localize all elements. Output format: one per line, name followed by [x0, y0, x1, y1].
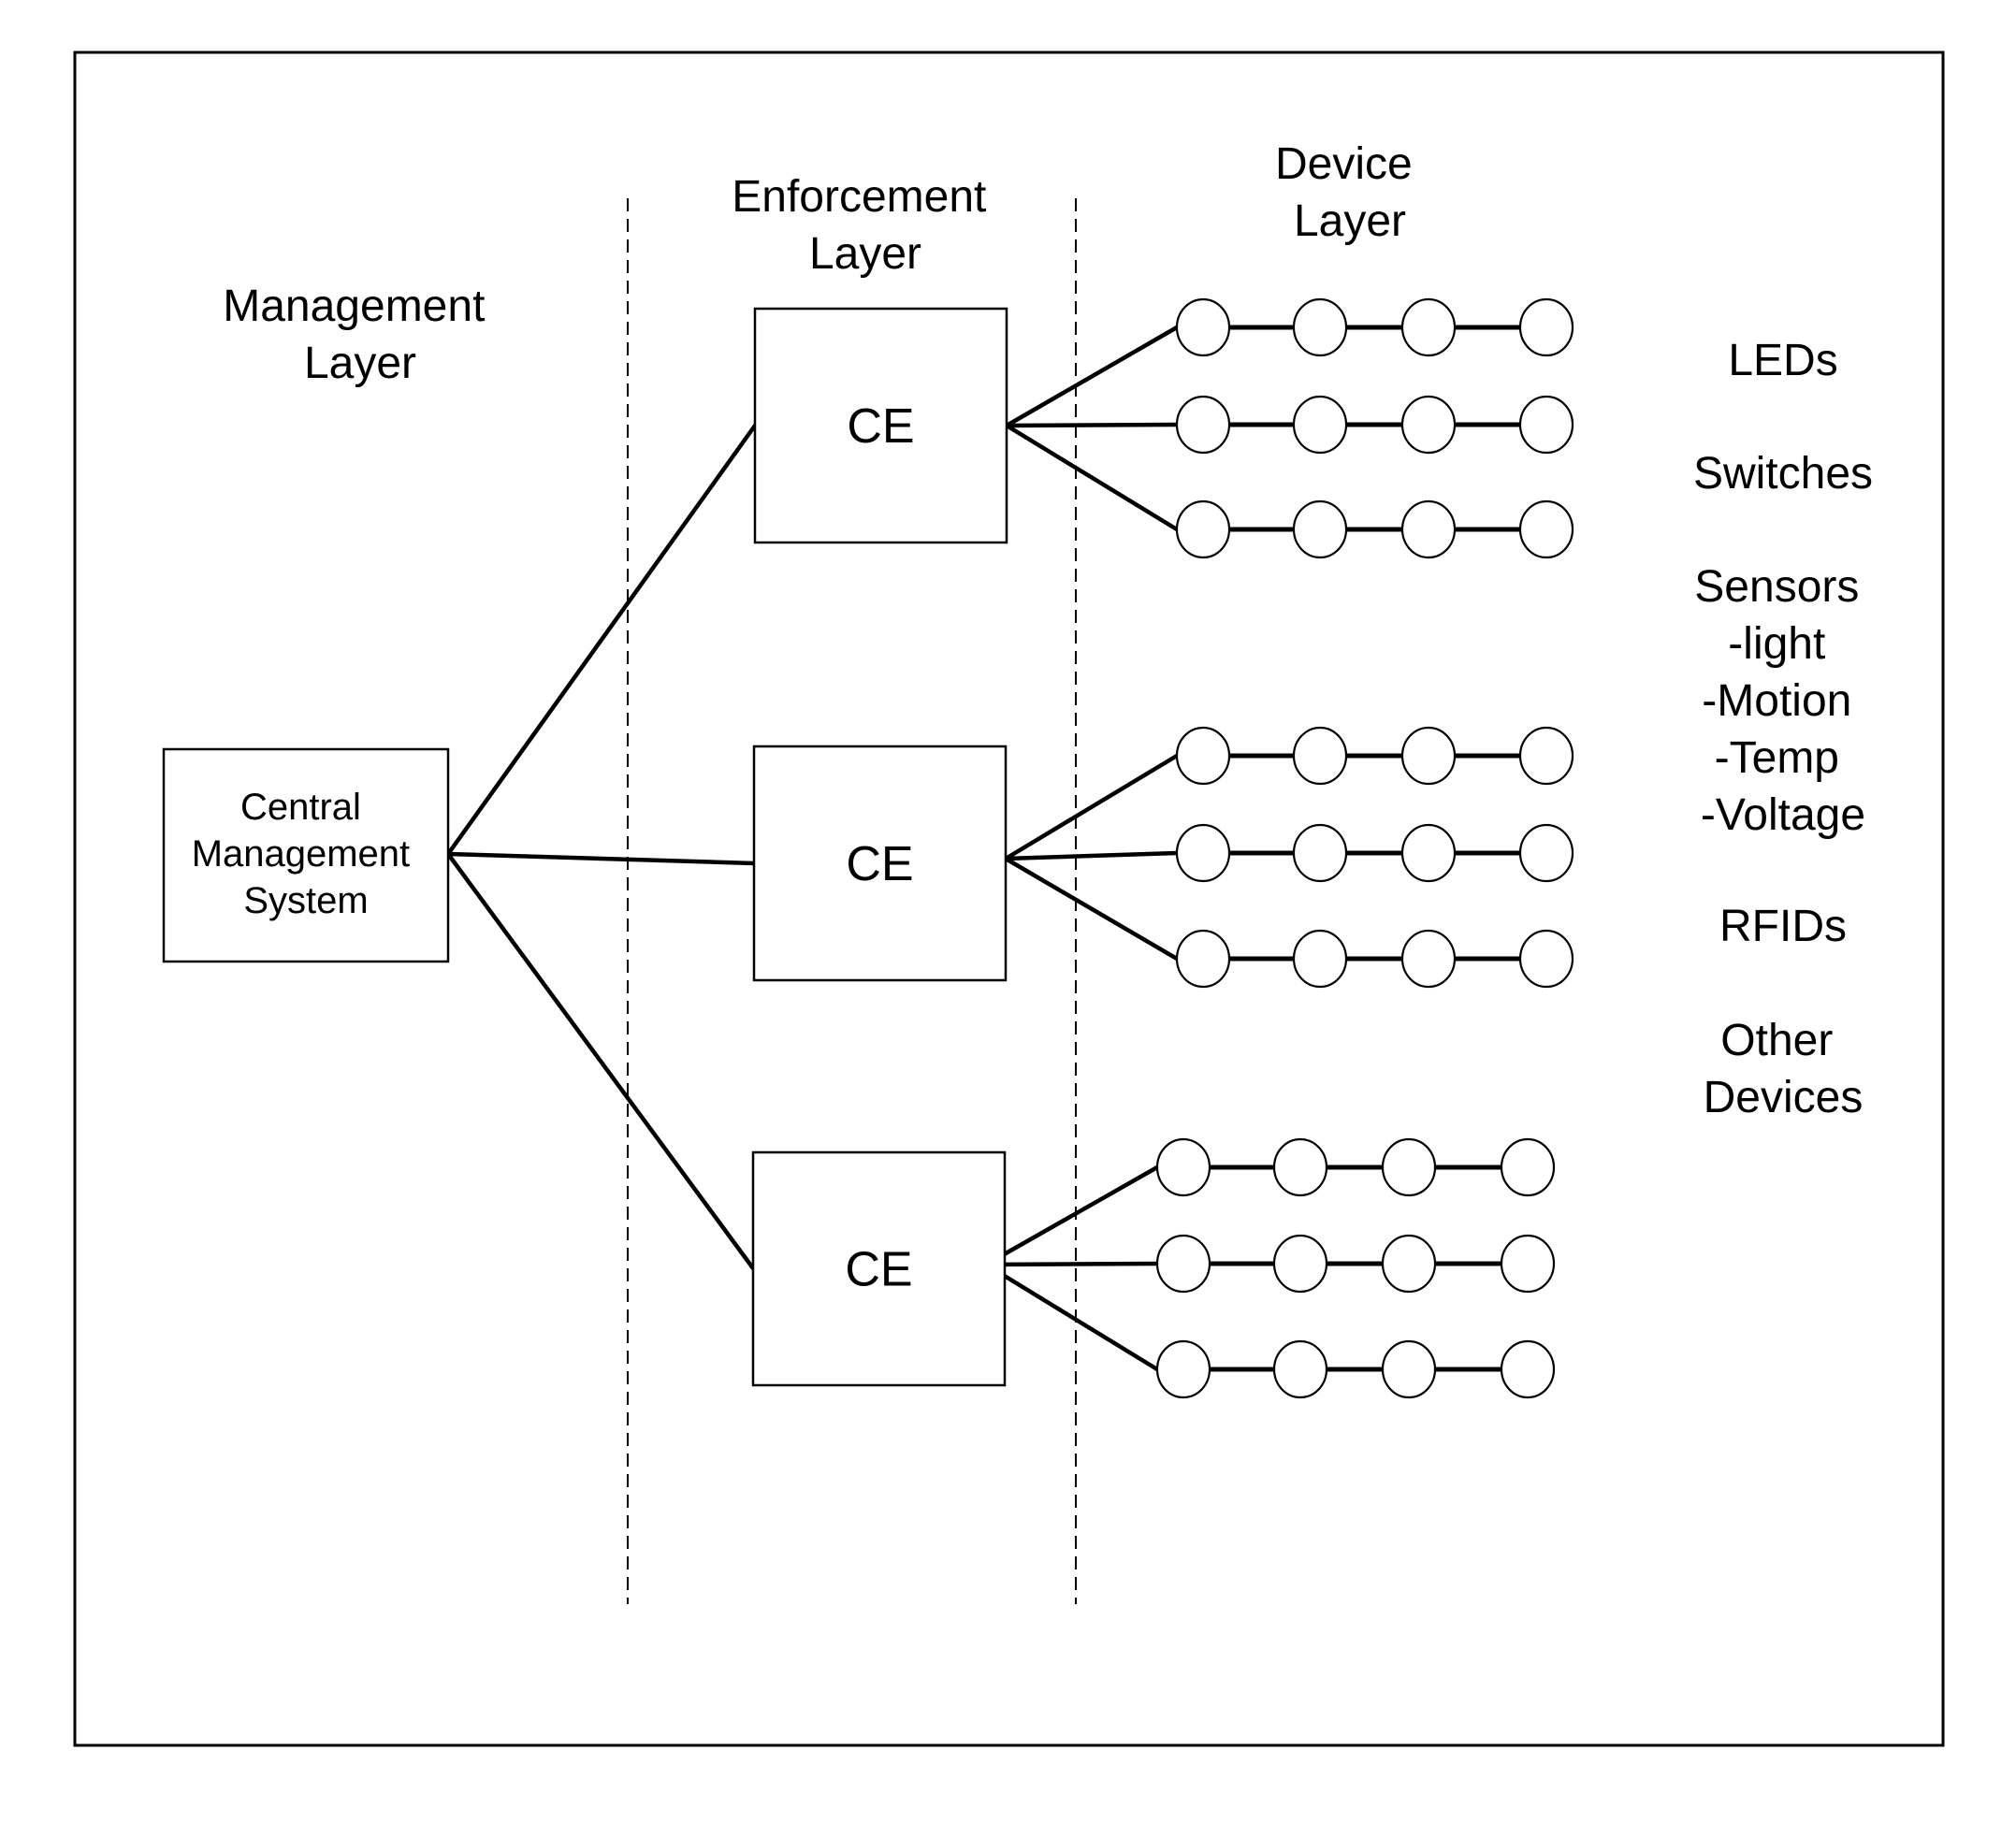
layered-architecture-diagram: Management Layer Enforcement Layer Devic… [73, 51, 1945, 1747]
control-element-label-2: CE [846, 837, 913, 891]
device-node [1175, 297, 1231, 357]
device-node [1381, 1234, 1437, 1294]
device-node [1292, 823, 1348, 883]
management-layer-label-line2: Layer [304, 339, 416, 388]
sensors-heading: Sensors [1694, 562, 1859, 612]
device-node [1155, 1234, 1211, 1294]
device-node [1175, 726, 1231, 786]
other-devices-line2: Devices [1704, 1073, 1864, 1122]
device-node [1292, 297, 1348, 357]
device-node [1272, 1339, 1328, 1399]
device-node [1518, 297, 1574, 357]
ce-2-to-chain-3-link [1003, 856, 1180, 962]
cms-label-line1: Central [240, 787, 361, 828]
sensor-motion: -Motion [1702, 676, 1851, 726]
cms-to-ce-1-link [445, 423, 758, 857]
cms-label-line2: Management [192, 833, 410, 875]
ce-3-to-chain-2-link [983, 1261, 1160, 1267]
device-type-sensors: Sensors -light -Motion -Temp -Voltage [1694, 562, 1871, 840]
device-node [1518, 499, 1574, 559]
enforcement-groups: CE CE CE [751, 297, 1574, 1399]
cms-to-ce-2-link [445, 851, 757, 866]
device-layer-label: Device Layer [1275, 139, 1425, 246]
ce-2-to-chain-1-link [1003, 753, 1180, 861]
other-devices-line1: Other [1720, 1016, 1833, 1065]
sensor-light: -light [1728, 619, 1825, 669]
device-node [1155, 1137, 1211, 1197]
device-node [1175, 499, 1231, 559]
ce-1-to-chain-2-link [1004, 422, 1180, 428]
device-node [1518, 823, 1574, 883]
device-node [1400, 499, 1457, 559]
device-node [1292, 395, 1348, 455]
device-type-other-devices: Other Devices [1704, 1016, 1864, 1122]
management-layer-label: Management Layer [223, 282, 498, 388]
device-node [1400, 726, 1457, 786]
device-node [1400, 297, 1457, 357]
ce-1-to-chain-1-link [1004, 325, 1180, 428]
control-element-label-1: CE [847, 399, 914, 454]
device-node [1175, 823, 1231, 883]
control-element-label-3: CE [845, 1243, 912, 1297]
device-node [1518, 929, 1574, 989]
device-node [1500, 1234, 1556, 1294]
device-type-leds: LEDs [1728, 336, 1837, 385]
enforcement-group-1: CE [753, 297, 1574, 559]
device-node [1400, 929, 1457, 989]
device-node [1518, 726, 1574, 786]
device-node [1292, 499, 1348, 559]
ce-2-to-chain-2-link [1003, 850, 1180, 861]
device-node [1381, 1137, 1437, 1197]
device-node [1500, 1137, 1556, 1197]
device-type-list: LEDs Switches Sensors -light -Motion -Te… [1693, 336, 1873, 1122]
sensor-voltage: -Voltage [1701, 790, 1865, 840]
enforcement-group-2: CE [752, 726, 1574, 989]
device-node [1381, 1339, 1437, 1399]
ce-3-to-chain-1-link [983, 1164, 1160, 1267]
cms-to-ce-3-link [445, 851, 756, 1271]
device-node [1292, 726, 1348, 786]
management-layer-label-line1: Management [223, 282, 485, 331]
device-layer-label-line2: Layer [1294, 196, 1406, 246]
device-node [1500, 1339, 1556, 1399]
device-node [1175, 929, 1231, 989]
enforcement-layer-label-line2: Layer [809, 229, 921, 279]
ce-3-to-chain-3-link [983, 1262, 1160, 1372]
device-node [1292, 929, 1348, 989]
enforcement-layer-label: Enforcement Layer [732, 172, 998, 279]
device-layer-label-line1: Device [1275, 139, 1413, 189]
sensor-temp: -Temp [1715, 733, 1839, 783]
device-node [1272, 1234, 1328, 1294]
device-node [1518, 395, 1574, 455]
device-type-rfids: RFIDs [1719, 902, 1847, 951]
device-node [1155, 1339, 1211, 1399]
device-node [1400, 395, 1457, 455]
device-node [1400, 823, 1457, 883]
device-type-switches: Switches [1693, 449, 1873, 499]
enforcement-group-3: CE [751, 1137, 1556, 1399]
enforcement-layer-label-line1: Enforcement [732, 172, 986, 222]
central-management-system: Central Management System [162, 747, 450, 963]
device-node [1175, 395, 1231, 455]
ce-1-to-chain-3-link [1004, 423, 1180, 532]
cms-label-line3: System [243, 880, 368, 921]
device-node [1272, 1137, 1328, 1197]
